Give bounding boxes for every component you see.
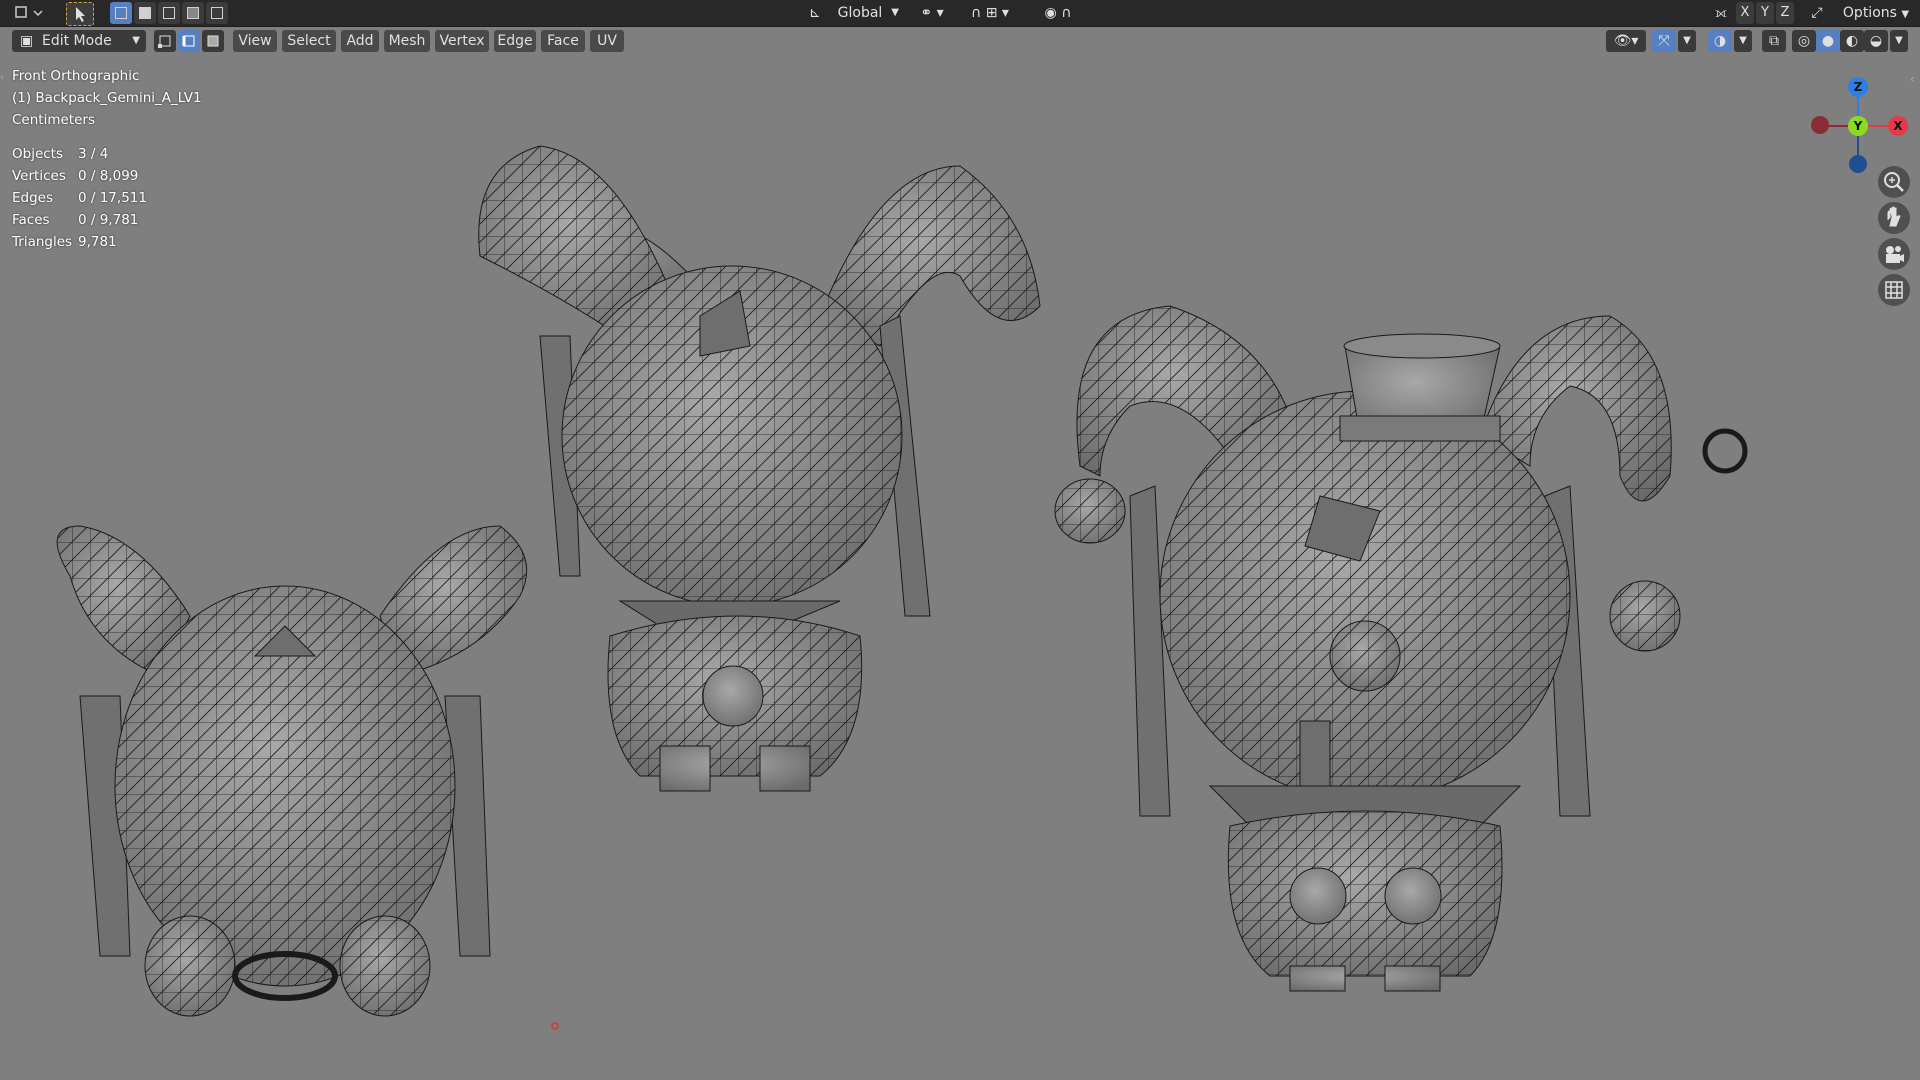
stat-label: Edges [12, 190, 54, 206]
stat-faces: Faces 0 / 9,781 [12, 212, 138, 228]
stat-edges: Edges 0 / 17,511 [12, 190, 147, 206]
menu-view[interactable]: View [233, 30, 277, 52]
gizmo-z-axis[interactable]: Z [1848, 77, 1868, 97]
select-box-invert-icon[interactable] [182, 2, 204, 24]
vertex-select-icon[interactable] [154, 30, 176, 52]
3d-cursor [551, 1022, 559, 1030]
view-name-label: Front Orthographic [12, 68, 140, 84]
stat-label: Triangles [12, 234, 73, 250]
stat-label: Faces [12, 212, 50, 228]
mesh-wireframe-canvas [56, 145, 1748, 1030]
3d-viewport[interactable]: Front Orthographic (1) Backpack_Gemini_A… [0, 56, 1920, 1080]
toolbar-region-toggle[interactable]: ‹ [0, 72, 6, 86]
magnet-snap-icon: ∩ ⊞ ▾ [971, 5, 1009, 21]
rendered-shading-icon[interactable]: ◒ [1864, 30, 1888, 52]
axis-z-label: Z [1780, 5, 1790, 20]
menu-select[interactable]: Select [282, 30, 336, 52]
chevron-down-icon: ▼ [891, 7, 899, 18]
menu-add[interactable]: Add [341, 30, 379, 52]
snapping-dropdown[interactable]: ∩ ⊞ ▾ [958, 2, 1022, 24]
units-label: Centimeters [12, 112, 95, 128]
gizmo-y-label: Y [1853, 119, 1863, 133]
stat-triangles: Triangles 9,781 [12, 234, 117, 250]
stat-value: 9,781 [78, 234, 117, 250]
backpack-front-view-mesh [478, 145, 1041, 792]
edge-select-icon[interactable] [178, 30, 200, 52]
edit-mode-icon: ▣ [20, 33, 34, 49]
gizmo-neg-z-axis[interactable] [1849, 155, 1867, 173]
options-dropdown[interactable]: Options ▼ [1836, 2, 1916, 24]
chevron-down-icon[interactable]: ▼ [1890, 30, 1908, 52]
menu-mesh[interactable]: Mesh [384, 30, 430, 52]
orientation-icon: ⊾ [809, 5, 821, 21]
camera-icon[interactable] [1878, 238, 1910, 270]
navigation-gizmo[interactable]: Z Y X [1800, 64, 1910, 174]
transform-orientation-dropdown[interactable]: ⊾ Global ▼ [805, 2, 905, 24]
zoom-icon[interactable] [1878, 166, 1910, 198]
stat-objects: Objects 3 / 4 [12, 146, 108, 162]
orientation-label: Global [837, 5, 883, 21]
stat-value: 3 / 4 [78, 146, 109, 162]
wireframe-shading-icon[interactable]: ◎ [1792, 30, 1816, 52]
proportional-editing-dropdown[interactable]: ◉ ∩ [1028, 2, 1088, 24]
chevron-down-icon: ▼ [1901, 9, 1910, 20]
menu-edge[interactable]: Edge [494, 30, 536, 52]
pivot-link-icon: ⚭ ▾ [920, 5, 944, 21]
sidebar-region-toggle[interactable]: ‹ [1910, 72, 1920, 86]
gizmo-toggle-icon[interactable]: ⤧ [1652, 30, 1676, 52]
editor-type-icon[interactable] [10, 2, 46, 24]
select-box-new-icon[interactable] [110, 2, 132, 24]
menu-uv[interactable]: UV [590, 30, 624, 52]
eye-icon: 👁▾ [1613, 33, 1639, 49]
select-box-intersect-icon[interactable] [206, 2, 228, 24]
axis-z-toggle[interactable]: Z [1776, 2, 1794, 24]
stat-label: Objects [12, 146, 64, 162]
hand-pan-icon[interactable] [1878, 202, 1910, 234]
stat-vertices: Vertices 0 / 8,099 [12, 168, 138, 184]
axis-x-toggle[interactable]: X [1736, 2, 1754, 24]
pivot-point-dropdown[interactable]: ⚭ ▾ [912, 2, 952, 24]
select-tool-icon[interactable] [66, 2, 94, 26]
xray-toggle-icon[interactable]: ⧉ [1762, 30, 1786, 52]
auto-merge-icon[interactable]: ⤢ [1806, 2, 1828, 24]
mirror-icon[interactable]: ⟗ [1710, 2, 1732, 24]
backpack-back-view-mesh [56, 525, 528, 1017]
menu-vertex[interactable]: Vertex [435, 30, 489, 52]
proportional-editing-icon: ◉ ∩ [1044, 5, 1072, 21]
backpack-jester-mesh [1054, 305, 1748, 992]
overlays-toggle-icon[interactable]: ◑ [1708, 30, 1732, 52]
chevron-down-icon[interactable]: ▼ [1734, 30, 1752, 52]
gizmo-neg-x-axis[interactable] [1811, 116, 1829, 134]
active-object-label: (1) Backpack_Gemini_A_LV1 [12, 90, 202, 106]
mode-dropdown[interactable]: ▣ Edit Mode ▼ [12, 30, 146, 52]
grid-icon[interactable] [1878, 274, 1910, 306]
stat-value: 0 / 17,511 [78, 190, 147, 206]
solid-shading-icon[interactable]: ● [1816, 30, 1840, 52]
mode-label: Edit Mode [42, 33, 112, 49]
stat-value: 0 / 8,099 [78, 168, 139, 184]
options-label: Options [1842, 5, 1897, 21]
gizmo-x-axis[interactable]: X [1888, 116, 1908, 136]
select-box-extend-icon[interactable] [134, 2, 156, 24]
axis-y-toggle[interactable]: Y [1756, 2, 1774, 24]
stat-label: Vertices [12, 168, 66, 184]
stat-value: 0 / 9,781 [78, 212, 139, 228]
gizmo-y-axis[interactable]: Y [1848, 116, 1868, 136]
gizmo-x-label: X [1893, 119, 1903, 133]
select-box-subtract-icon[interactable] [158, 2, 180, 24]
menu-face[interactable]: Face [541, 30, 585, 52]
top-toolbar: ⊾ Global ▼ ⚭ ▾ ∩ ⊞ ▾ ◉ ∩ ⟗ X Y Z ⤢ Optio… [0, 0, 1920, 27]
material-shading-icon[interactable]: ◐ [1840, 30, 1864, 52]
chevron-down-icon[interactable]: ▼ [1678, 30, 1696, 52]
viewport-header: ▣ Edit Mode ▼ View Select Add Mesh Verte… [0, 26, 1920, 56]
axis-x-label: X [1740, 5, 1750, 20]
chevron-down-icon: ▼ [132, 35, 140, 46]
gizmo-z-label: Z [1853, 80, 1863, 94]
axis-y-label: Y [1761, 5, 1769, 20]
visibility-dropdown[interactable]: 👁▾ [1606, 30, 1646, 52]
face-select-icon[interactable] [202, 30, 224, 52]
